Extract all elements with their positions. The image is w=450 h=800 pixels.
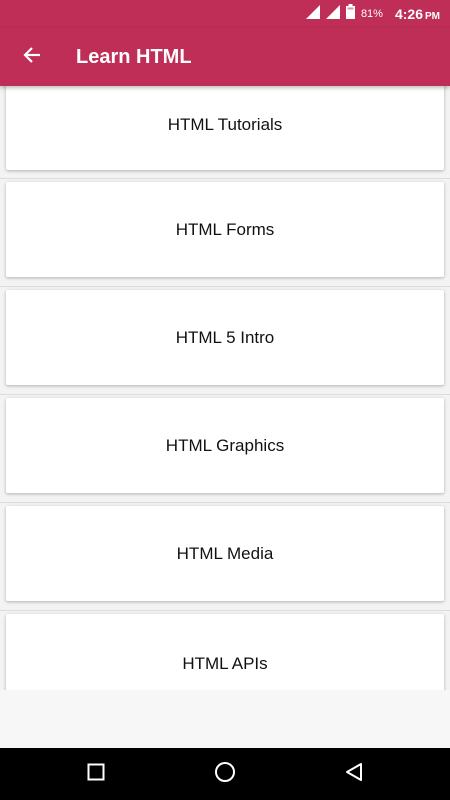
list-item-label: HTML 5 Intro — [175, 327, 275, 347]
recent-apps-button[interactable] — [66, 748, 126, 800]
recent-apps-icon — [87, 763, 105, 786]
list-item-html-forms[interactable]: HTML Forms — [6, 182, 444, 277]
list-item-html-apis[interactable]: HTML APIs — [6, 614, 444, 690]
signal-icon — [325, 4, 340, 24]
clock-time: 4:26 — [394, 6, 423, 22]
battery-percent: 81% — [360, 8, 383, 20]
home-button[interactable] — [195, 748, 255, 800]
list-item-html-media[interactable]: HTML Media — [6, 506, 444, 601]
divider — [0, 610, 450, 611]
battery-icon — [345, 4, 355, 24]
clock: 4:26 PM — [395, 6, 440, 22]
list-item-label: HTML Tutorials — [167, 115, 283, 134]
system-nav-bar — [0, 748, 450, 800]
topic-list: HTML Tutorials HTML Forms HTML 5 Intro H… — [0, 86, 450, 690]
list-item-html-5-intro[interactable]: HTML 5 Intro — [6, 290, 444, 385]
page-title: Learn HTML — [76, 46, 192, 68]
divider — [0, 178, 450, 179]
clock-ampm: PM — [425, 11, 440, 22]
back-triangle-icon — [344, 762, 364, 787]
nav-back-button[interactable] — [324, 748, 384, 800]
list-item-label: HTML Media — [176, 543, 274, 563]
app-bar: Learn HTML — [0, 28, 450, 86]
list-item-label: HTML Forms — [175, 219, 275, 239]
arrow-back-icon — [22, 45, 42, 70]
home-icon — [214, 761, 236, 788]
divider — [0, 502, 450, 503]
list-item-label: HTML APIs — [182, 654, 268, 673]
back-button[interactable] — [12, 37, 52, 77]
list-item-label: HTML Graphics — [165, 435, 285, 455]
list-item-html-tutorials[interactable]: HTML Tutorials — [6, 86, 444, 170]
list-item-html-graphics[interactable]: HTML Graphics — [6, 398, 444, 493]
status-icons: 81% 4:26 PM — [305, 0, 440, 28]
content-footer-blank — [0, 690, 450, 748]
divider — [0, 394, 450, 395]
signal-icon — [305, 4, 320, 24]
status-bar: 81% 4:26 PM — [0, 0, 450, 28]
divider — [0, 286, 450, 287]
